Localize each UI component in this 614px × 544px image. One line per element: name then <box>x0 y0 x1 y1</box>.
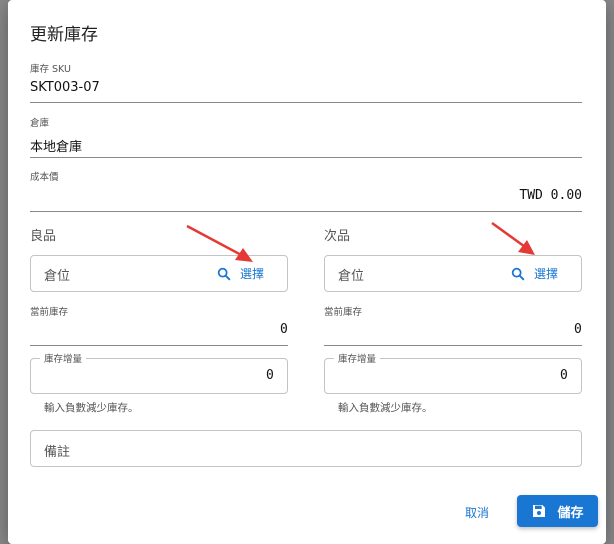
background-right-edge <box>606 0 614 544</box>
defective-location-placeholder: 倉位 <box>338 269 365 284</box>
good-delta-value[interactable]: 0 <box>266 368 274 383</box>
cost-underline <box>30 211 582 212</box>
good-select-button[interactable]: 選擇 <box>216 265 264 282</box>
cost-label: 成本價 <box>30 172 59 183</box>
sku-value[interactable]: SKT003-07 <box>30 80 100 95</box>
annotation-arrow-icon <box>491 221 535 255</box>
good-current-underline <box>30 345 288 346</box>
warehouse-label: 倉庫 <box>30 118 50 129</box>
good-current-value: 0 <box>280 322 288 337</box>
good-section-title: 良品 <box>30 229 57 244</box>
defective-current-underline <box>324 345 582 346</box>
defective-delta-label: 庫存增量 <box>334 351 381 365</box>
good-location-placeholder: 倉位 <box>44 269 71 284</box>
background-left-edge <box>0 0 8 544</box>
search-icon <box>217 267 231 280</box>
warehouse-underline <box>30 157 582 158</box>
annotation-arrow-icon <box>186 224 253 262</box>
good-delta-label: 庫存增量 <box>40 351 87 365</box>
floppy-disk-icon <box>533 505 546 517</box>
save-label: 儲存 <box>557 505 584 521</box>
save-button[interactable]: 儲存 <box>517 495 598 527</box>
defective-select-button[interactable]: 選擇 <box>510 265 558 282</box>
search-icon <box>511 267 525 280</box>
good-select-label: 選擇 <box>240 267 265 281</box>
defective-current-value: 0 <box>574 322 582 337</box>
dialog-title: 更新庫存 <box>30 25 98 45</box>
defective-current-label: 當前庫存 <box>324 307 363 318</box>
sku-label: 庫存 SKU <box>30 64 71 75</box>
defective-delta-value[interactable]: 0 <box>560 368 568 383</box>
cost-value[interactable]: TWD 0.00 <box>519 188 582 203</box>
defective-section-title: 次品 <box>324 229 351 244</box>
cancel-button[interactable]: 取消 <box>465 504 489 521</box>
good-current-label: 當前庫存 <box>30 307 69 318</box>
update-inventory-dialog: 更新庫存 庫存 SKU SKT003-07 倉庫 本地倉庫 成本價 TWD 0.… <box>8 0 606 544</box>
notes-field[interactable]: 備註 <box>30 430 582 467</box>
notes-placeholder: 備註 <box>44 445 71 460</box>
defective-select-label: 選擇 <box>534 267 559 281</box>
warehouse-value[interactable]: 本地倉庫 <box>30 136 82 155</box>
sku-underline <box>30 102 582 103</box>
defective-helper-text: 輸入負數減少庫存。 <box>338 402 433 414</box>
good-helper-text: 輸入負數減少庫存。 <box>44 402 139 414</box>
